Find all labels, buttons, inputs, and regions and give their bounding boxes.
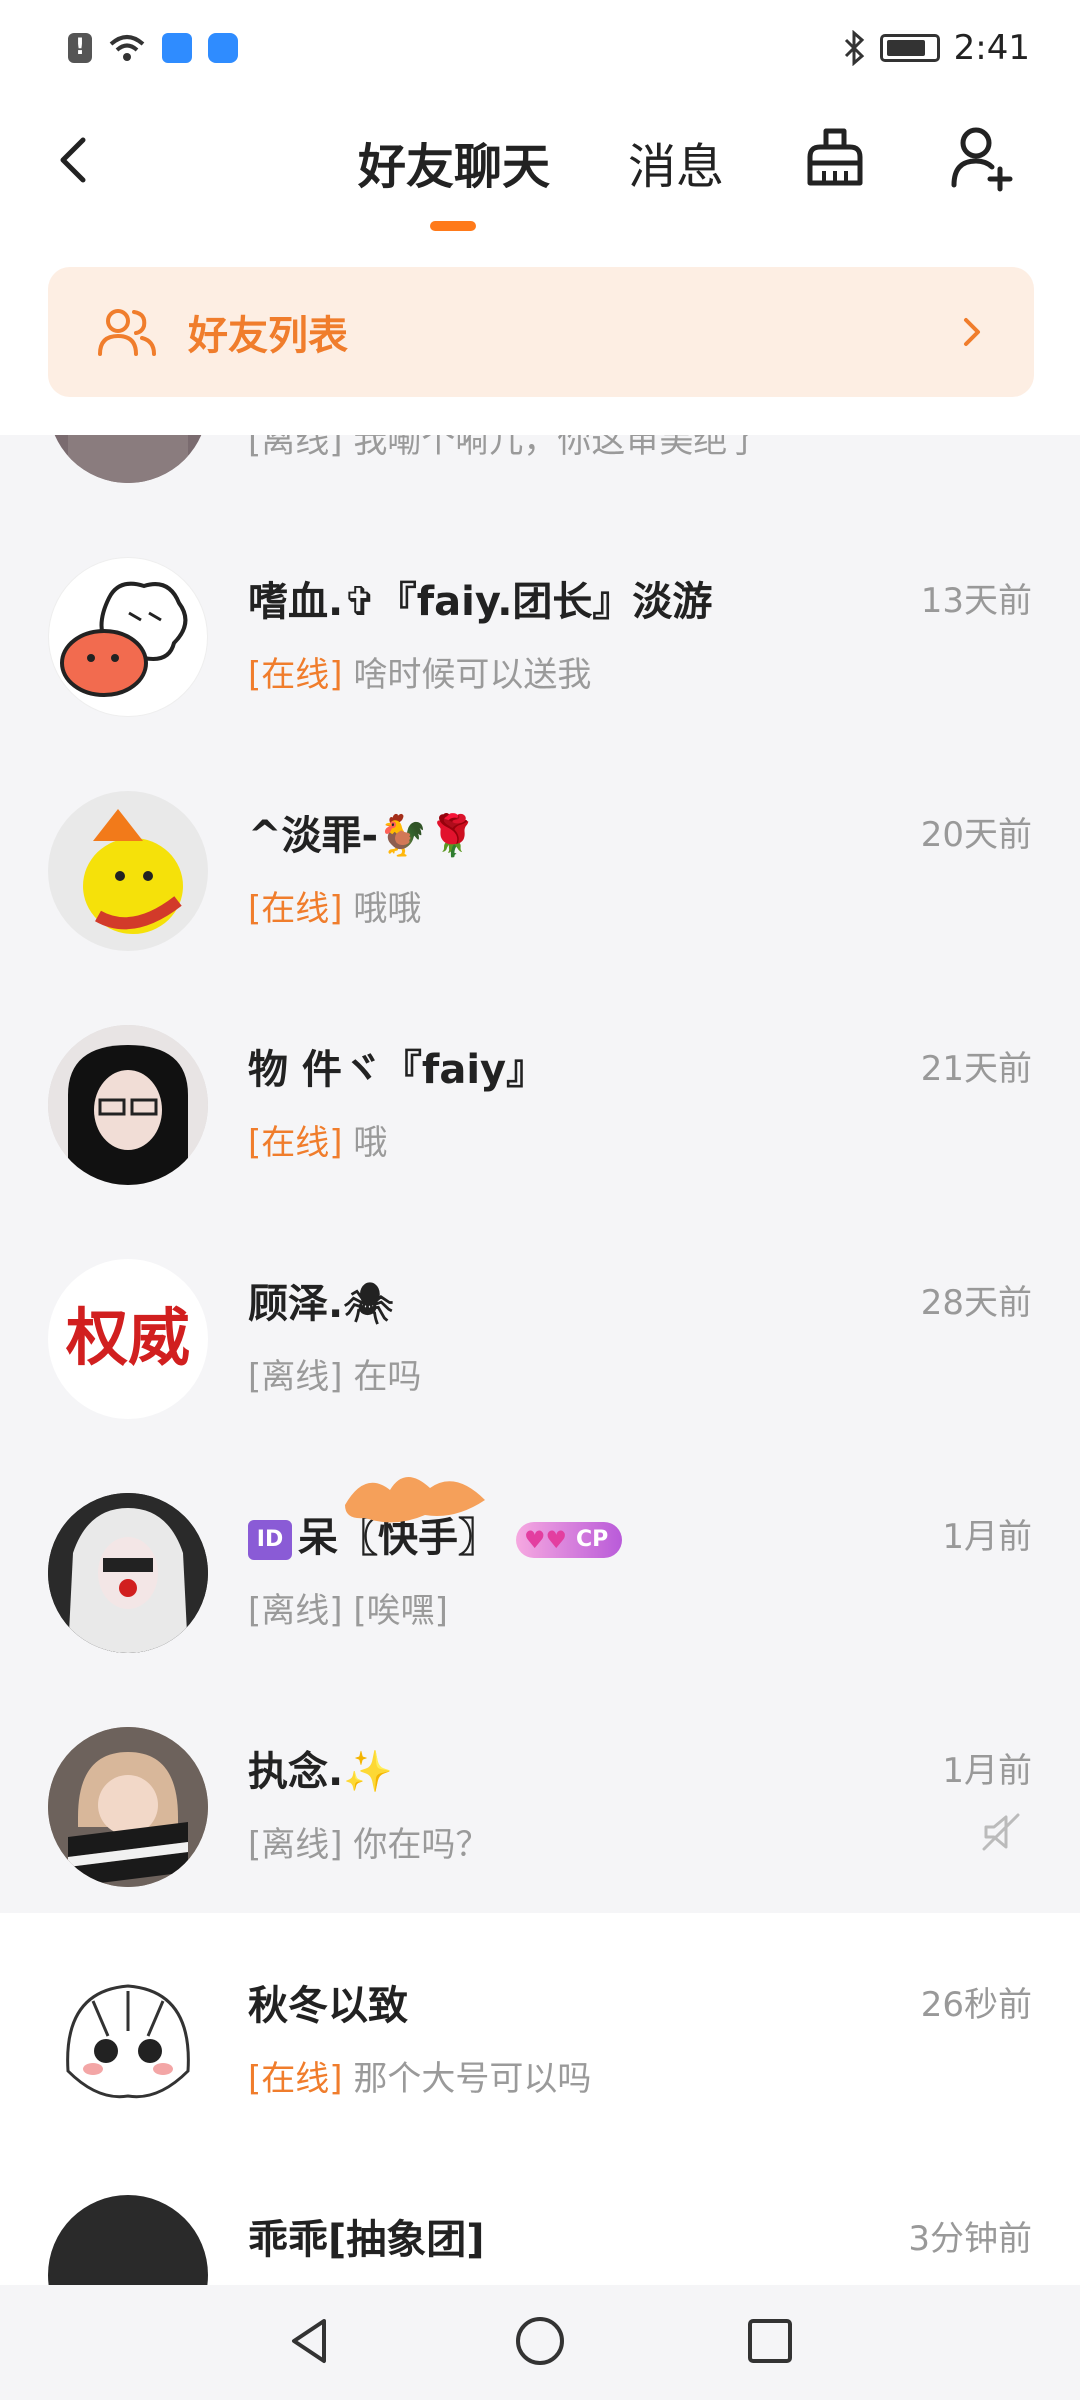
avatar: [48, 2195, 208, 2285]
contact-name: 执念.✨: [248, 1749, 393, 1795]
battery-icon: [879, 33, 940, 62]
message-preview: 你在吗？: [353, 1825, 490, 1865]
list-item[interactable]: 权威 顾泽.🕷 28天前 [离线] 在吗: [0, 1211, 1080, 1445]
avatar: [48, 791, 208, 951]
id-badge: ID: [248, 1520, 292, 1560]
presence-status: [离线]: [248, 1357, 343, 1397]
message-time: 28天前: [920, 1283, 1032, 1323]
tab-friends-chat[interactable]: 好友聊天: [358, 127, 550, 197]
avatar: [48, 435, 208, 483]
last-message: [离线] 我嘞个嗬儿，你这审美绝了: [248, 435, 761, 462]
system-nav-bar: [0, 2285, 1080, 2400]
message-preview: 我嘞个嗬儿，你这审美绝了: [353, 435, 762, 461]
alert-icon: !: [68, 32, 92, 63]
top-navigation: 好友聊天 消息: [0, 95, 1080, 245]
message-time: 20天前: [920, 815, 1032, 855]
message-preview: 哦: [353, 1123, 388, 1163]
avatar: 权威: [48, 1259, 208, 1419]
presence-status: [离线]: [248, 1825, 343, 1865]
avatar-text: 权威: [65, 1301, 190, 1374]
status-right: 2:41: [842, 28, 1030, 68]
presence-status: [在线]: [248, 655, 343, 695]
friends-list-label: 好友列表: [188, 313, 348, 359]
cp-badge: CP: [516, 1522, 623, 1558]
presence-status: [在线]: [248, 2059, 343, 2099]
clean-icon[interactable]: [800, 123, 870, 193]
conversation-list: [离线] 我嘞个嗬儿，你这审美绝了 嗜血.✞『faiy.团长』淡游 13天前 […: [0, 435, 1080, 2285]
list-item[interactable]: 物 件ヾ『faiy』 21天前 [在线] 哦: [0, 977, 1080, 1211]
contact-name: ^淡罪-🐓🌹: [248, 813, 478, 859]
last-message: [在线] 哦: [248, 1115, 387, 1164]
avatar: [48, 557, 208, 717]
message-time: 21天前: [920, 1049, 1032, 1089]
add-friend-icon[interactable]: [948, 123, 1018, 193]
list-item[interactable]: ^淡罪-🐓🌹 20天前 [在线] 哦哦: [0, 743, 1080, 977]
list-item[interactable]: 嗜血.✞『faiy.团长』淡游 13天前 [在线] 啥时候可以送我: [0, 509, 1080, 743]
message-preview: [唉嘿]: [353, 1591, 448, 1631]
contact-name: 顾泽.🕷: [248, 1281, 394, 1327]
redaction-scribble: [345, 1476, 485, 1523]
active-tab-indicator: [430, 221, 476, 231]
avatar: [48, 1493, 208, 1653]
last-message: [在线] 那个大号可以吗: [248, 2051, 591, 2100]
presence-status: [离线]: [248, 435, 343, 461]
list-item[interactable]: [离线] 我嘞个嗬儿，你这审美绝了: [0, 435, 1080, 509]
back-icon[interactable]: [45, 130, 105, 190]
avatar: [48, 1025, 208, 1185]
nav-home-icon[interactable]: [512, 2313, 568, 2369]
message-time: 26秒前: [920, 1985, 1032, 2025]
mute-icon: [982, 1813, 1020, 1851]
last-message: [在线] 哦哦: [248, 881, 421, 930]
presence-status: [在线]: [248, 1123, 343, 1163]
avatar: [48, 1727, 208, 1887]
nav-back-icon[interactable]: [282, 2313, 338, 2369]
message-preview: 啥时候可以送我: [353, 655, 592, 695]
message-time: 3分钟前: [908, 2219, 1032, 2259]
contact-name: 嗜血.✞『faiy.团长』淡游: [248, 579, 713, 625]
contact-name: 秋冬以致: [248, 1983, 408, 2029]
list-item[interactable]: 秋冬以致 26秒前 [在线] 那个大号可以吗: [0, 1913, 1080, 2147]
message-preview: 那个大号可以吗: [353, 2059, 592, 2099]
message-time: 13天前: [920, 581, 1032, 621]
banner-area: 好友列表: [0, 245, 1080, 435]
nav-recents-icon[interactable]: [742, 2313, 798, 2369]
tab-messages[interactable]: 消息: [628, 127, 724, 197]
status-time: 2:41: [953, 27, 1030, 68]
friends-icon: [98, 309, 156, 356]
status-bar: ! 2:41: [0, 0, 1080, 95]
wifi-icon: [109, 34, 145, 61]
last-message: [离线] 你在吗？: [248, 1817, 489, 1866]
last-message: [离线] 在吗: [248, 1349, 421, 1398]
presence-status: [离线]: [248, 1591, 343, 1631]
status-left-icons: !: [68, 32, 238, 63]
message-time: 1月前: [942, 1517, 1032, 1557]
avatar: [48, 1961, 208, 2121]
presence-status: [在线]: [248, 889, 343, 929]
app-store-icon: [162, 32, 192, 63]
message-preview: 在吗: [353, 1357, 422, 1397]
list-item[interactable]: 乖乖[抽象团] 3分钟前: [0, 2147, 1080, 2285]
friends-list-banner[interactable]: 好友列表: [48, 267, 1034, 397]
bluetooth-icon: [844, 29, 864, 66]
contact-name: 乖乖[抽象团]: [248, 2217, 485, 2263]
last-message: [在线] 啥时候可以送我: [248, 647, 591, 696]
contact-name: 物 件ヾ『faiy』: [248, 1047, 547, 1093]
list-item[interactable]: 执念.✨ 1月前 [离线] 你在吗？: [0, 1679, 1080, 1913]
message-preview: 哦哦: [353, 889, 422, 929]
message-time: 1月前: [942, 1751, 1032, 1791]
cloud-icon: [208, 32, 238, 63]
chevron-right-icon: [964, 318, 980, 346]
last-message: [离线] [唉嘿]: [248, 1583, 448, 1632]
list-item[interactable]: ID呆〖快手〗CP 1月前 [离线] [唉嘿]: [0, 1445, 1080, 1679]
